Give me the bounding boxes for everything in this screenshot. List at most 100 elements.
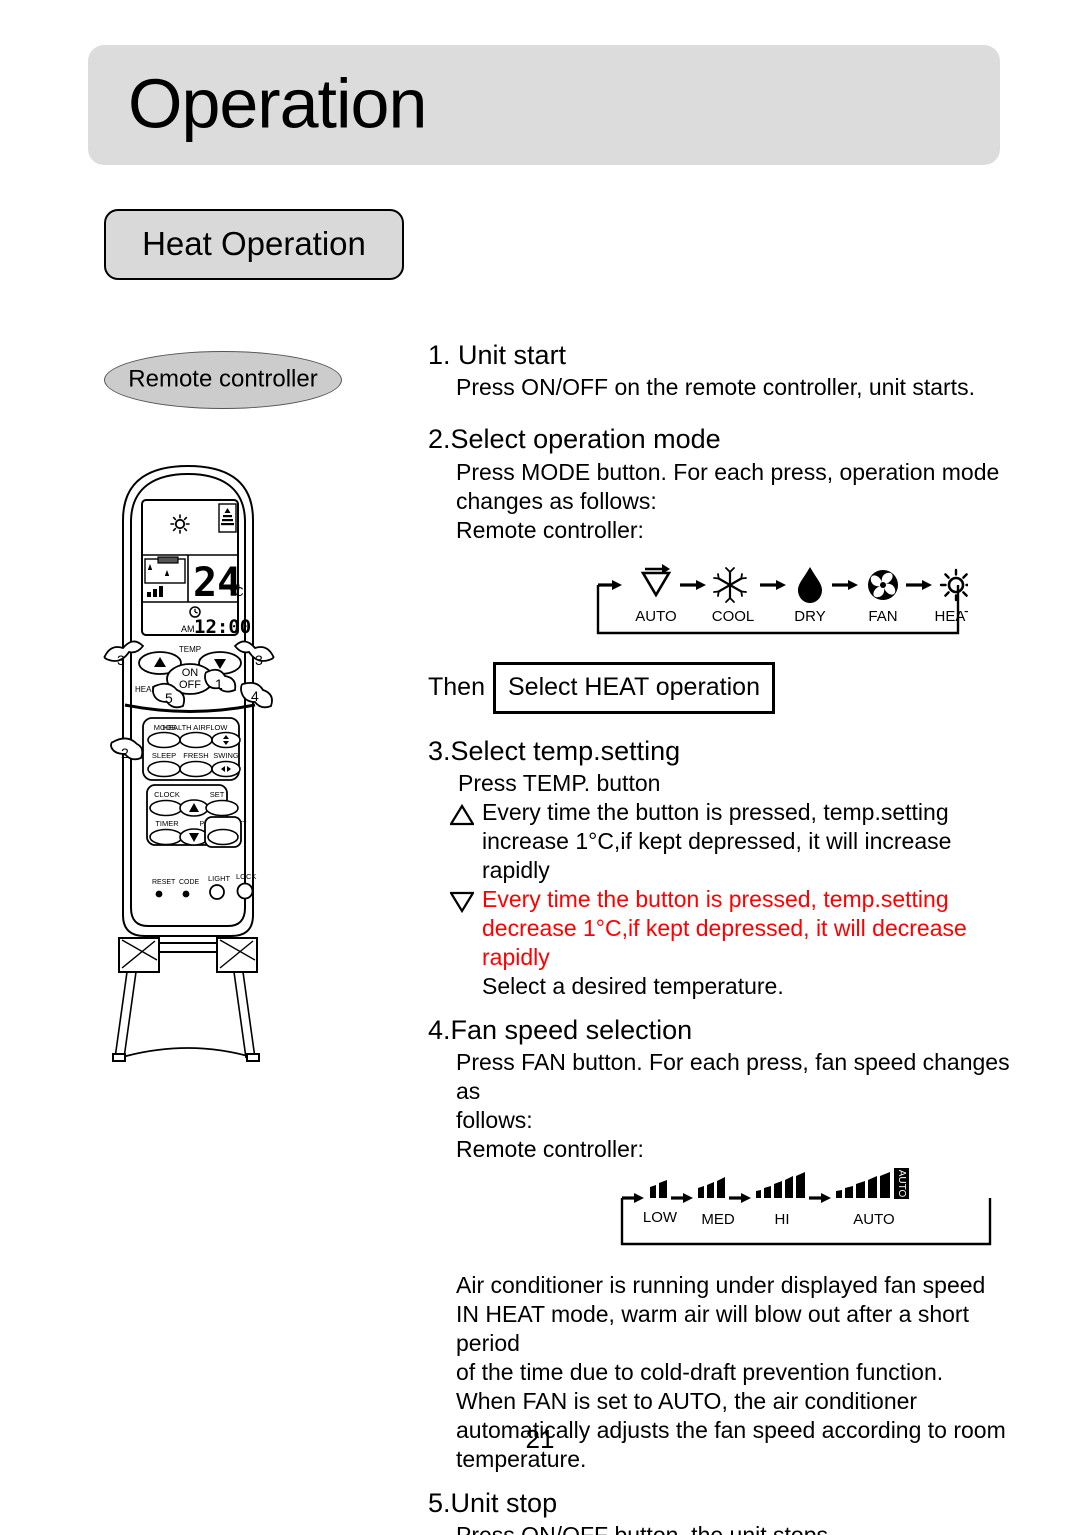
page-title: Operation (128, 64, 427, 143)
remote-controller-callout-label: Remote controller (128, 365, 318, 393)
step-4-number: 4. (428, 1014, 451, 1045)
reset-button (155, 890, 163, 898)
section-title: Heat Operation (142, 224, 366, 262)
fan-bars-hi (756, 1171, 805, 1198)
triangle-up-outline-icon (449, 798, 476, 831)
temp-label: TEMP (179, 645, 201, 654)
step-4-body-line-2: follows: (456, 1106, 533, 1133)
fan-label-low: LOW (643, 1209, 678, 1226)
lcd-meridiem: AM (181, 624, 195, 634)
fresh-button (179, 760, 213, 778)
set-label: SET (210, 790, 225, 799)
auto-triangle-icon (640, 563, 672, 598)
step-2-body-line-2: changes as follows: (456, 487, 657, 514)
step-4-title: Fan speed selection (450, 1014, 693, 1045)
step-5-body: Press ON/OFF button, the unit stops. (456, 1521, 835, 1535)
temp-increase-bullet: Every time the button is pressed, temp.s… (449, 798, 1028, 885)
step-4-body-line-3: Remote controller: (456, 1135, 644, 1162)
step-2-title: Select operation mode (450, 424, 721, 455)
step-1-title: Unit start (458, 340, 567, 370)
fan-label-hi: HI (775, 1211, 790, 1228)
sleep-button (147, 760, 181, 778)
section-title-box: Heat Operation (104, 209, 404, 280)
temp-decrease-text: Every time the button is pressed, temp.s… (482, 885, 967, 972)
callout-5: 5 (165, 690, 173, 706)
lock-button (236, 882, 254, 900)
then-select-heat-row: Then Select HEAT operation (428, 661, 1028, 714)
manual-page: Operation Heat Operation Remote controll… (0, 0, 1080, 1535)
fan-auto-tag: AUTO (894, 1167, 909, 1199)
on-label: ON (182, 667, 199, 679)
snowflake-icon (713, 566, 747, 603)
mode-cycle-diagram: AUTO COOL DRY FAN HEAT (588, 551, 973, 648)
code-label: CODE (179, 879, 200, 886)
mode-label-fan: FAN (868, 608, 897, 625)
mode-label-dry: DRY (794, 608, 825, 625)
step-5-heading: 5.Unit stop (428, 1488, 1028, 1519)
swing-label: SWING (213, 751, 239, 760)
mode-label-heat: HEAT (935, 608, 968, 625)
step-1-body: Press ON/OFF on the remote controller, u… (456, 374, 975, 401)
light-label: LIGHT (208, 874, 231, 883)
mode-label-auto: AUTO (635, 608, 676, 625)
lock-label: LOCK (236, 872, 256, 881)
temp-decrease-line-2: decrease 1°C,if kept depressed, it will … (482, 914, 967, 941)
step-3-title: Select temp.setting (450, 735, 681, 766)
page-number: 21 (525, 1424, 555, 1454)
off-label: OFF (179, 679, 201, 691)
fan-blade-icon (868, 569, 898, 600)
fan-bars-med (698, 1176, 725, 1198)
temp-increase-text: Every time the button is pressed, temp.s… (482, 798, 951, 885)
light-button (209, 884, 225, 900)
step-2-body-line-1: Press MODE button. For each press, opera… (456, 458, 1000, 485)
signal-transmit-icon (218, 503, 237, 533)
vertical-swing-button (211, 731, 241, 749)
sun-icon (939, 568, 973, 601)
then-label: Then (428, 673, 485, 701)
clock-label: CLOCK (154, 790, 180, 799)
chapter-banner: Operation (88, 45, 1000, 165)
step-3-number: 3. (428, 735, 451, 766)
step-5-number: 5. (428, 1487, 451, 1518)
step-4-heading: 4.Fan speed selection (428, 1015, 1028, 1046)
step-4-note-line-3: of the time due to cold-draft prevention… (456, 1358, 944, 1385)
lcd-temperature: 24 (193, 560, 241, 606)
set-button (205, 799, 239, 817)
callout-3-right: 3 (255, 652, 263, 668)
step-4-note-line-2: IN HEAT mode, warm air will blow out aft… (456, 1300, 969, 1356)
code-button (182, 890, 190, 898)
reset-label: RESET (152, 879, 176, 886)
callout-4: 4 (251, 688, 259, 704)
triangle-down-outline-icon (449, 885, 476, 918)
fan-auto-tag-label: AUTO (896, 1169, 907, 1197)
step-5-title: Unit stop (450, 1487, 558, 1518)
lcd-screen: 24 °C AM 12:00 (141, 499, 251, 638)
remote-controller-illustration: 24 °C AM 12:00 TEMP ON OFF HEALTH MODE H… (95, 460, 345, 1080)
fan-label-auto: AUTO (853, 1211, 894, 1228)
fan-bars-auto (836, 1171, 890, 1198)
water-drop-icon (798, 566, 822, 603)
step-4-note-line-1: Air conditioner is running under display… (456, 1271, 986, 1298)
callout-2: 2 (121, 745, 129, 761)
health-airflow-button (179, 731, 213, 749)
select-heat-operation-box: Select HEAT operation (492, 661, 775, 714)
timer-label: TIMER (155, 819, 179, 828)
fan-bars-low (650, 1179, 667, 1198)
mode-button (147, 731, 181, 749)
temp-increase-line-3: rapidly (482, 856, 550, 883)
step-1-number: 1. (428, 340, 459, 370)
fresh-label: FRESH (183, 751, 208, 760)
step-2-number: 2. (428, 424, 451, 455)
step-4-body-line-1: Press FAN button. For each press, fan sp… (456, 1048, 1010, 1104)
fan-label-med: MED (701, 1211, 735, 1228)
remote-controller-callout: Remote controller (104, 351, 342, 409)
clock-button (149, 799, 183, 817)
step-4-note-line-4: When FAN is set to AUTO, the air conditi… (456, 1387, 918, 1414)
instructions-column: 1. Unit start Press ON/OFF on the remote… (428, 340, 1028, 1535)
temp-decrease-bullet: Every time the button is pressed, temp.s… (449, 885, 1028, 972)
step-3-closing: Select a desired temperature. (482, 972, 784, 999)
step-2-heading: 2.Select operation mode (428, 424, 1028, 455)
swing-button (211, 760, 241, 778)
temp-decrease-line-1: Every time the button is pressed, temp.s… (482, 885, 949, 912)
step-2-body-line-3: Remote controller: (456, 516, 644, 543)
